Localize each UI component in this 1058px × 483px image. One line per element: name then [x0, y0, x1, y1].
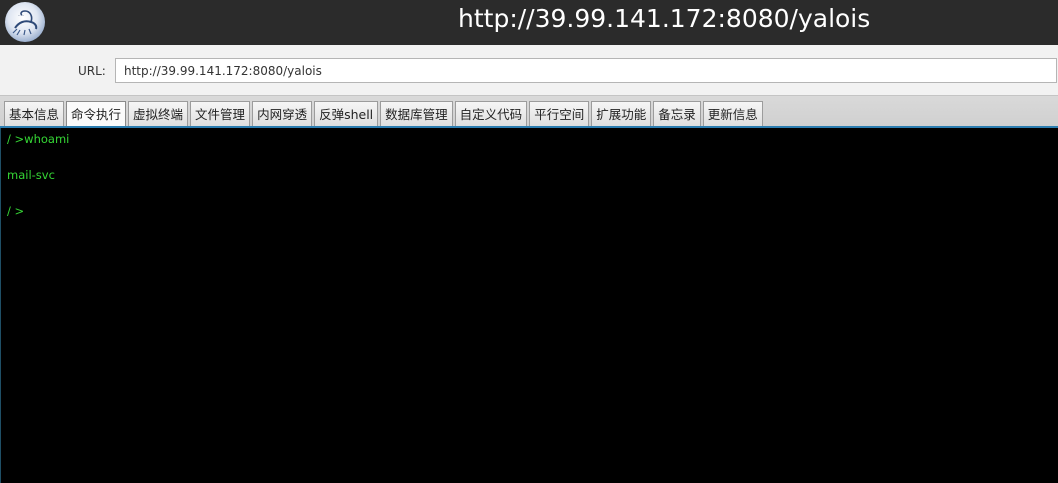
title-bar: ····· http://39.99.141.172:8080/yalois — [0, 0, 1058, 45]
url-label: URL: — [78, 64, 106, 78]
tab-custom-code[interactable]: 自定义代码 — [454, 101, 528, 127]
tab-strip: 基本信息 命令执行 虚拟终端 文件管理 内网穿透 反弹shell 数据库管理 自… — [0, 95, 1058, 127]
tab-virtual-terminal[interactable]: 虚拟终端 — [128, 101, 189, 127]
tab-database-manager[interactable]: 数据库管理 — [380, 101, 453, 127]
tab-command-exec[interactable]: 命令执行 — [66, 101, 127, 127]
tab-notes[interactable]: 备忘录 — [653, 101, 701, 127]
tab-update-info[interactable]: 更新信息 — [702, 101, 763, 127]
console-output-line: mail-svc — [7, 168, 55, 182]
tab-basic-info[interactable]: 基本信息 — [4, 101, 65, 127]
window-title: http://39.99.141.172:8080/yalois — [458, 4, 871, 33]
tab-list: 基本信息 命令执行 虚拟终端 文件管理 内网穿透 反弹shell 数据库管理 自… — [4, 101, 765, 127]
tab-file-manager[interactable]: 文件管理 — [190, 101, 251, 127]
tab-reverse-shell[interactable]: 反弹shell — [314, 101, 379, 127]
svg-text:·····: ····· — [18, 13, 24, 18]
tab-parallel-space[interactable]: 平行空间 — [529, 101, 590, 127]
tab-extensions[interactable]: 扩展功能 — [591, 101, 652, 127]
url-input[interactable] — [115, 58, 1057, 83]
tab-tunnel[interactable]: 内网穿透 — [252, 101, 313, 127]
console-command-line: / >whoami — [7, 132, 70, 146]
console-prompt-line[interactable]: / > — [7, 204, 24, 218]
command-console[interactable]: / >whoami mail-svc / > — [0, 128, 1058, 483]
url-bar: URL: — [0, 45, 1058, 95]
scorpion-logo-icon: ····· — [5, 2, 45, 42]
